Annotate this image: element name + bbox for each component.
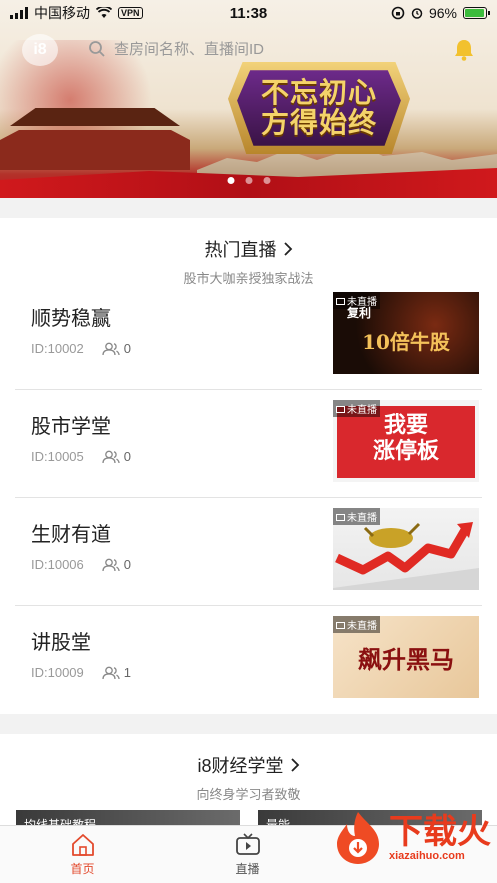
room-thumbnail: 未直播 复利 10倍牛股 [333, 292, 479, 374]
carousel-dot[interactable] [245, 177, 252, 184]
room-thumbnail: 未直播 [333, 508, 479, 590]
academy-title: i8财经学堂 [197, 756, 284, 776]
academy-subtitle: 向终身学习者致敬 [196, 787, 301, 802]
tv-icon [336, 297, 345, 305]
thumbnail-tag-text: 复利 [347, 306, 372, 320]
room-id: ID:10005 [31, 449, 84, 464]
search-placeholder: 查房间名称、直播间ID [114, 41, 265, 58]
live-status-badge: 未直播 [333, 508, 380, 525]
app-logo[interactable]: i8 [22, 34, 58, 66]
signal-icon [10, 7, 28, 19]
banner-carousel[interactable]: 不忘初心 方得始终 [0, 0, 497, 198]
room-name: 讲股堂 [31, 632, 91, 654]
users-icon [102, 666, 120, 679]
tv-icon [336, 513, 345, 521]
palace-roof-graphic [10, 108, 180, 126]
clock: 11:38 [229, 4, 268, 22]
users-icon [102, 558, 120, 571]
room-thumbnail: 我要 涨停板 未直播 [333, 400, 479, 482]
users-icon [102, 342, 120, 355]
watermark: 下载火 xiazaihuo.com [333, 810, 491, 866]
tv-icon [336, 621, 345, 629]
tab-live[interactable]: 直播 [165, 826, 330, 883]
room-id: ID:10009 [31, 665, 84, 680]
tv-icon [336, 405, 345, 413]
room-card[interactable]: 顺势稳赢 ID:10002 0 未直播 复利 10倍牛股 [15, 282, 482, 390]
room-id: ID:10006 [31, 557, 84, 572]
chevron-right-icon [290, 758, 299, 772]
battery-percent: 96% [428, 5, 457, 21]
viewer-count: 0 [123, 341, 131, 356]
thumbnail-text: 10倍牛股 [362, 330, 450, 354]
viewer-count: 1 [123, 665, 131, 680]
wifi-icon [96, 7, 112, 18]
watermark-name: 下载火 [389, 812, 491, 852]
slogan-line-2: 方得始终 [260, 106, 377, 139]
flame-logo-icon [337, 812, 379, 864]
room-card[interactable]: 讲股堂 ID:10009 1 飙升黑马 未直播 [15, 606, 482, 714]
rotation-lock-icon [391, 6, 405, 20]
academy-header[interactable]: i8财经学堂 [197, 752, 299, 778]
room-name: 顺势稳赢 [31, 308, 111, 330]
tab-live-label: 直播 [235, 861, 260, 876]
hot-live-title: 热门直播 [204, 240, 277, 260]
viewer-count: 0 [123, 449, 131, 464]
room-name: 股市学堂 [31, 416, 111, 438]
slogan-badge: 不忘初心 方得始终 [228, 62, 410, 154]
battery-icon [463, 7, 490, 19]
alarm-icon [411, 8, 423, 19]
search-bar[interactable]: 查房间名称、直播间ID [88, 38, 264, 59]
search-icon [89, 40, 105, 57]
vpn-badge: VPN [118, 7, 143, 19]
carousel-dot[interactable] [263, 177, 270, 184]
bell-icon[interactable] [453, 38, 475, 62]
room-thumbnail: 飙升黑马 未直播 [333, 616, 479, 698]
tv-icon [235, 832, 260, 855]
hot-live-header[interactable]: 热门直播 [205, 236, 293, 262]
slogan-line-1: 不忘初心 [260, 76, 377, 109]
battery-level-fill [465, 9, 485, 17]
room-card[interactable]: 股市学堂 ID:10005 0 我要 涨停板 未直播 [15, 390, 482, 498]
room-card[interactable]: 生财有道 ID:10006 0 未直播 [15, 498, 482, 606]
home-icon [71, 833, 94, 856]
carrier-name: 中国移动 [34, 5, 90, 21]
hot-live-section: 热门直播 股市大咖亲授独家战法 顺势稳赢 ID:10002 0 未直播 复利 1… [0, 218, 497, 714]
carousel-indicator [227, 177, 270, 184]
room-name: 生财有道 [31, 524, 111, 546]
chevron-right-icon [283, 242, 292, 256]
carousel-dot[interactable] [227, 177, 234, 184]
status-bar: 中国移动 VPN 11:38 96% [0, 0, 497, 26]
live-status-badge: 未直播 [333, 400, 380, 417]
tab-home[interactable]: 首页 [0, 826, 165, 883]
thumbnail-text: 涨停板 [372, 438, 439, 464]
room-id: ID:10002 [31, 341, 84, 356]
users-icon [102, 450, 120, 463]
viewer-count: 0 [123, 557, 131, 572]
thumbnail-text: 飙升黑马 [358, 645, 454, 674]
live-status-badge: 未直播 [333, 616, 380, 633]
tab-home-label: 首页 [70, 861, 95, 876]
